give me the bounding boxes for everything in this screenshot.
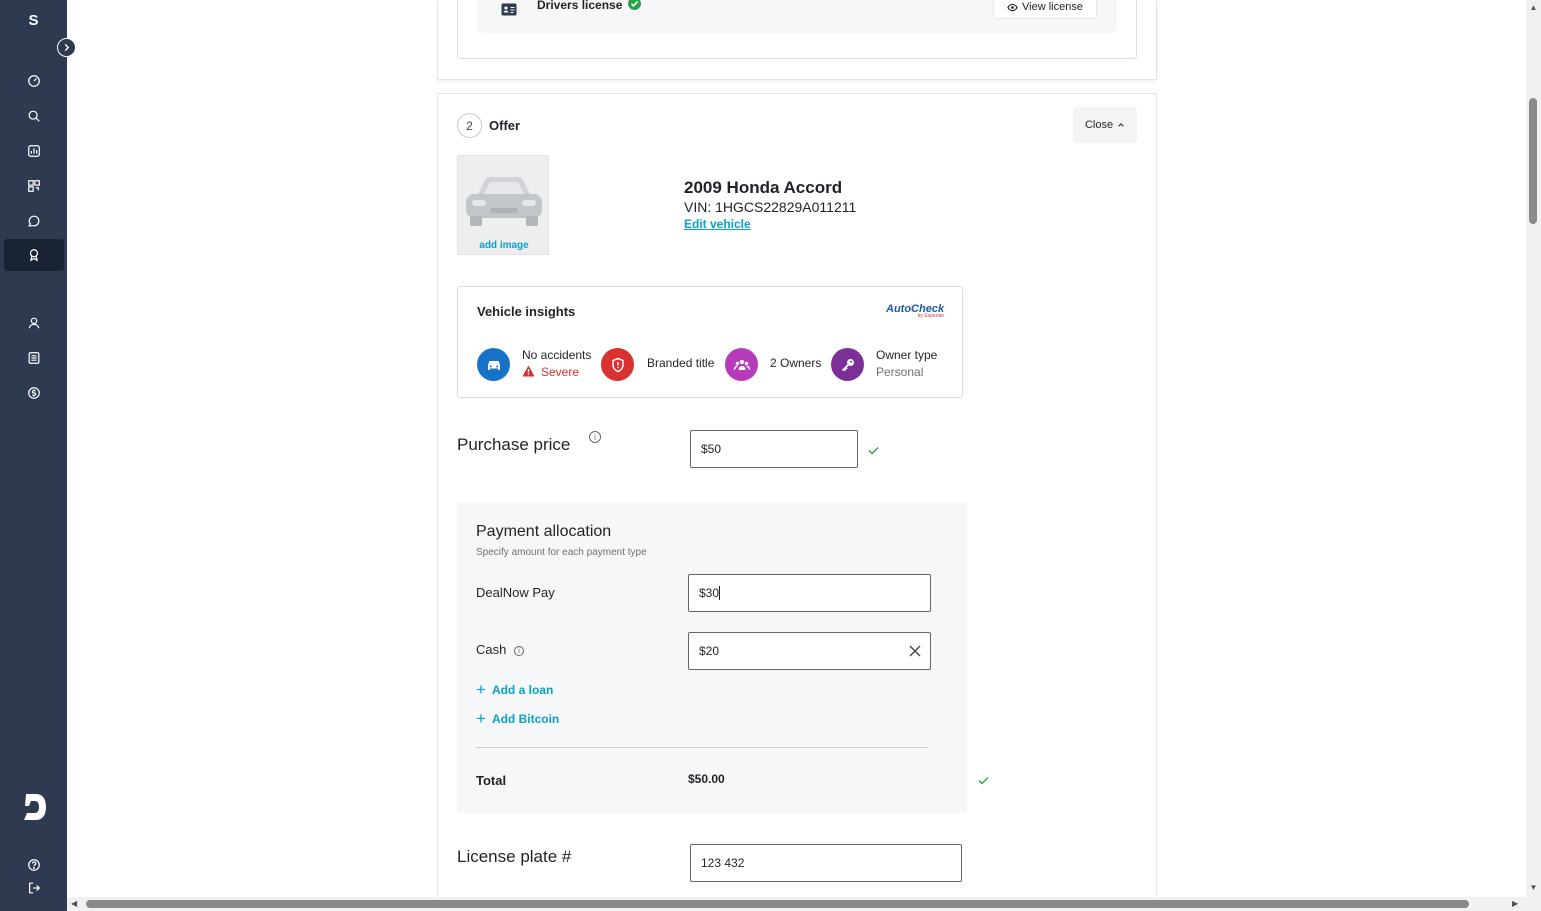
drivers-license-label: Drivers license bbox=[537, 0, 623, 12]
branded-title-label: Branded title bbox=[647, 356, 715, 370]
drivers-license-row: Drivers license View license bbox=[477, 0, 1117, 33]
car-placeholder-icon bbox=[466, 177, 542, 226]
dealnow-pay-value: $30 bbox=[699, 586, 720, 600]
autocheck-logo: AutoCheck by Experian bbox=[886, 303, 944, 319]
reports-icon[interactable] bbox=[4, 135, 64, 167]
sidebar-toggle-button[interactable] bbox=[57, 38, 76, 57]
add-loan-label: Add a loan bbox=[491, 683, 554, 697]
license-plate-input[interactable]: 123 432 bbox=[690, 844, 962, 882]
checkmark-icon bbox=[978, 777, 989, 785]
vehicle-insights-panel: Vehicle insights AutoCheck by Experian N… bbox=[457, 286, 963, 398]
search-icon[interactable] bbox=[4, 100, 64, 132]
qr-code-icon[interactable] bbox=[4, 170, 64, 202]
vehicle-title: 2009 Honda Accord bbox=[684, 178, 843, 197]
owner-type-value: Personal bbox=[876, 365, 924, 379]
purchase-price-label: Purchase price bbox=[457, 435, 571, 454]
user-icon[interactable] bbox=[4, 307, 64, 339]
allocation-title: Payment allocation bbox=[476, 523, 612, 540]
identity-inner: Drivers license View license bbox=[457, 0, 1137, 59]
app-window: S Drivers license View license 2 Offer C… bbox=[0, 0, 1541, 911]
brand-initial: S bbox=[28, 12, 39, 29]
cash-info-icon[interactable]: i bbox=[514, 646, 524, 656]
vertical-scroll-thumb[interactable] bbox=[1529, 98, 1537, 224]
verified-check-icon bbox=[628, 0, 641, 10]
view-license-label: View license bbox=[1022, 1, 1083, 13]
key-icon bbox=[831, 348, 864, 381]
add-bitcoin-button[interactable]: + Add Bitcoin bbox=[476, 709, 560, 728]
info-icon[interactable]: i bbox=[589, 431, 601, 443]
scroll-up-arrow[interactable]: ▲ bbox=[1526, 3, 1541, 12]
add-loan-button[interactable]: + Add a loan bbox=[476, 680, 554, 699]
severity-label: Severe bbox=[541, 365, 580, 379]
total-value: $50.00 bbox=[688, 772, 725, 786]
scroll-down-arrow[interactable]: ▼ bbox=[1526, 883, 1541, 892]
car-icon bbox=[477, 348, 510, 381]
plus-icon: + bbox=[476, 680, 486, 699]
clear-icon[interactable] bbox=[909, 645, 921, 657]
horizontal-scroll-thumb[interactable] bbox=[86, 900, 1469, 908]
eye-icon bbox=[1007, 3, 1018, 11]
dashboard-icon[interactable] bbox=[4, 65, 64, 97]
vehicle-vin: VIN: 1HGCS22829A011211 bbox=[684, 199, 857, 215]
checkmark-icon bbox=[868, 447, 879, 455]
purchase-price-input[interactable]: $50 bbox=[690, 430, 858, 468]
no-accidents-label: No accidents bbox=[522, 348, 592, 362]
cash-value: $20 bbox=[699, 644, 720, 658]
chevron-up-icon bbox=[1118, 123, 1124, 127]
sidebar: S bbox=[0, 0, 67, 911]
identity-card: Drivers license View license bbox=[437, 0, 1157, 80]
scroll-right-arrow[interactable]: ▶ bbox=[1512, 897, 1518, 911]
id-card-icon bbox=[501, 3, 517, 16]
owners-icon bbox=[725, 348, 758, 381]
dealnow-logo-icon bbox=[24, 794, 46, 820]
logout-icon[interactable] bbox=[4, 872, 64, 904]
chevron-right-icon bbox=[64, 43, 70, 52]
award-icon[interactable] bbox=[4, 239, 64, 271]
warning-icon bbox=[522, 365, 535, 377]
payment-allocation-panel: Payment allocation Specify amount for ea… bbox=[457, 502, 967, 813]
vehicle-image-upload[interactable]: add image bbox=[457, 155, 549, 255]
add-image-link[interactable]: add image bbox=[458, 240, 550, 251]
offer-card: 2 Offer Close add image 2009 Honda Accor… bbox=[437, 93, 1157, 911]
owner-type-label: Owner type bbox=[876, 348, 938, 362]
vertical-scrollbar[interactable]: ▲ ▼ bbox=[1526, 0, 1541, 897]
dealnow-pay-input[interactable]: $30 bbox=[688, 574, 931, 612]
dealnow-pay-label: DealNow Pay bbox=[476, 585, 555, 600]
owners-label: 2 Owners bbox=[770, 356, 822, 370]
plus-icon: + bbox=[476, 709, 486, 728]
allocation-divider bbox=[476, 747, 928, 748]
dollar-icon[interactable] bbox=[4, 377, 64, 409]
offer-title: Offer bbox=[489, 118, 521, 133]
view-license-button[interactable]: View license bbox=[993, 0, 1097, 19]
horizontal-scrollbar[interactable]: ◀ ▶ bbox=[67, 897, 1541, 911]
total-label: Total bbox=[476, 773, 507, 788]
add-bitcoin-label: Add Bitcoin bbox=[491, 712, 560, 726]
shield-icon bbox=[601, 348, 634, 381]
allocation-subtitle: Specify amount for each payment type bbox=[476, 547, 647, 558]
edit-vehicle-link[interactable]: Edit vehicle bbox=[684, 217, 751, 231]
step-number: 2 bbox=[457, 113, 482, 138]
insights-title: Vehicle insights bbox=[477, 304, 576, 319]
close-label: Close bbox=[1084, 119, 1114, 131]
close-button[interactable]: Close bbox=[1073, 107, 1137, 143]
cash-label: Cash bbox=[476, 642, 507, 657]
scroll-left-arrow[interactable]: ◀ bbox=[71, 897, 77, 911]
text-caret bbox=[719, 586, 721, 600]
license-plate-label: License plate # bbox=[457, 847, 572, 866]
cash-input[interactable]: $20 bbox=[688, 632, 931, 670]
list-icon[interactable] bbox=[4, 342, 64, 374]
chat-icon[interactable] bbox=[4, 205, 64, 237]
